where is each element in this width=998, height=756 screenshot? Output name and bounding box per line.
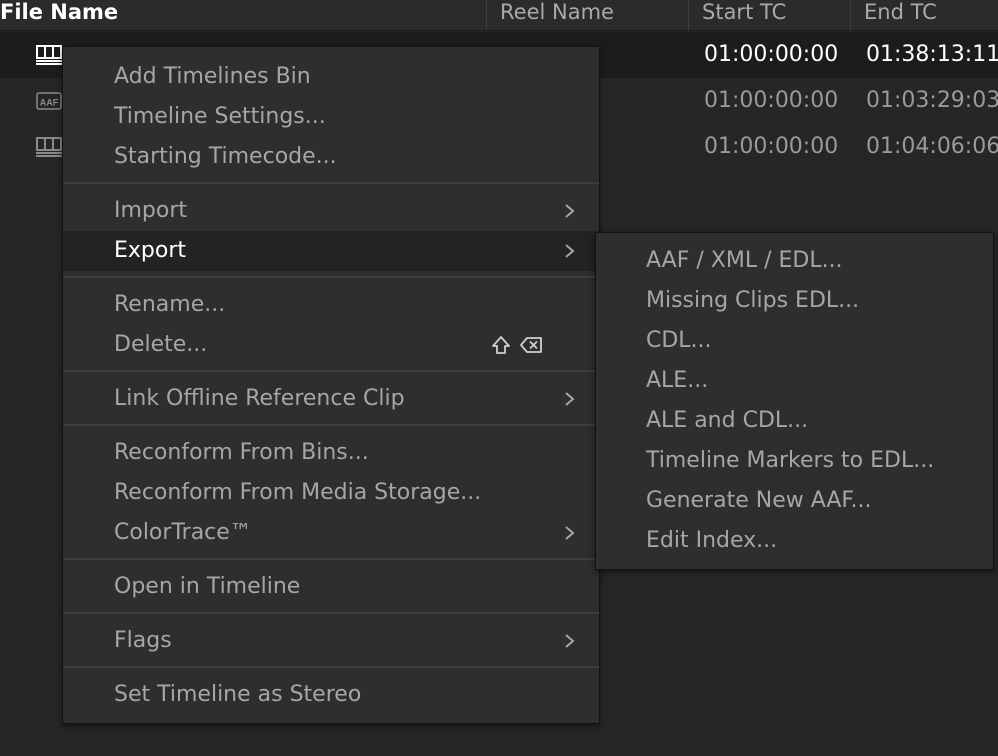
menu-item-export[interactable]: Export [63, 231, 599, 271]
menu-item-label: Reconform From Media Storage... [114, 480, 482, 505]
submenu-item-timeline-markers-to-edl[interactable]: Timeline Markers to EDL... [596, 441, 993, 481]
start-tc-cell: 01:00:00:00 [704, 42, 839, 67]
menu-item-starting-timecode[interactable]: Starting Timecode... [63, 137, 599, 177]
timeline-icon [36, 137, 62, 157]
reel-name-column-header[interactable]: Reel Name [500, 0, 614, 30]
menu-item-add-timelines-bin[interactable]: Add Timelines Bin [63, 57, 599, 97]
submenu-item-label: Edit Index... [646, 528, 778, 553]
start-tc-cell: 01:00:00:00 [704, 88, 839, 113]
submenu-item-label: ALE... [646, 368, 709, 393]
context-menu: Add Timelines Bin Timeline Settings... S… [62, 46, 600, 724]
column-header: File Name Reel Name Start TC End TC [0, 0, 998, 31]
aaf-icon: AAF [36, 92, 62, 110]
column-divider[interactable] [850, 0, 851, 30]
menu-separator [63, 558, 599, 560]
aaf-icon-label: AAF [40, 98, 59, 108]
start-tc-column-header[interactable]: Start TC [702, 0, 786, 30]
menu-item-label: Link Offline Reference Clip [114, 386, 405, 411]
menu-item-link-offline-reference-clip[interactable]: Link Offline Reference Clip [63, 379, 599, 419]
menu-item-label: Reconform From Bins... [114, 440, 369, 465]
end-tc-cell: 01:03:29:03 [866, 88, 998, 113]
menu-separator [63, 370, 599, 372]
end-tc-column-header[interactable]: End TC [864, 0, 937, 30]
submenu-item-missing-clips-edl[interactable]: Missing Clips EDL... [596, 281, 993, 321]
menu-item-label: Add Timelines Bin [114, 64, 311, 89]
menu-item-label: Export [114, 238, 187, 263]
submenu-item-ale[interactable]: ALE... [596, 361, 993, 401]
menu-item-colortrace[interactable]: ColorTrace™ [63, 513, 599, 553]
menu-item-reconform-from-bins[interactable]: Reconform From Bins... [63, 433, 599, 473]
menu-separator [63, 424, 599, 426]
menu-item-label: Flags [114, 628, 172, 653]
menu-item-label: Timeline Settings... [114, 104, 326, 129]
chevron-right-icon [565, 392, 575, 406]
menu-item-label: Rename... [114, 292, 226, 317]
file-name-column-header[interactable]: File Name [0, 0, 118, 30]
chevron-right-icon [565, 204, 575, 218]
submenu-item-label: Generate New AAF... [646, 488, 872, 513]
column-divider[interactable] [486, 0, 487, 30]
start-tc-cell: 01:00:00:00 [704, 134, 839, 159]
submenu-item-cdl[interactable]: CDL... [596, 321, 993, 361]
menu-item-label: Open in Timeline [114, 574, 301, 599]
menu-item-delete[interactable]: Delete... [63, 325, 599, 365]
export-submenu: AAF / XML / EDL... Missing Clips EDL... … [595, 232, 994, 570]
timeline-icon [36, 45, 62, 65]
menu-item-flags[interactable]: Flags [63, 621, 599, 661]
menu-separator [63, 182, 599, 184]
submenu-item-aaf-xml-edl[interactable]: AAF / XML / EDL... [596, 241, 993, 281]
submenu-item-label: AAF / XML / EDL... [646, 248, 843, 273]
menu-item-import[interactable]: Import [63, 191, 599, 231]
menu-item-label: Starting Timecode... [114, 144, 337, 169]
submenu-item-edit-index[interactable]: Edit Index... [596, 521, 993, 561]
shift-delete-icon [492, 336, 542, 354]
end-tc-cell: 01:38:13:11 [866, 42, 998, 67]
submenu-item-generate-new-aaf[interactable]: Generate New AAF... [596, 481, 993, 521]
menu-item-label: Delete... [114, 332, 208, 357]
submenu-item-label: Missing Clips EDL... [646, 288, 860, 313]
menu-item-set-timeline-as-stereo[interactable]: Set Timeline as Stereo [63, 675, 599, 715]
submenu-item-label: CDL... [646, 328, 712, 353]
media-pool-window: File Name Reel Name Start TC End TC 01:0… [0, 0, 998, 756]
submenu-item-label: Timeline Markers to EDL... [646, 448, 935, 473]
chevron-right-icon [565, 634, 575, 648]
menu-item-reconform-from-media-storage[interactable]: Reconform From Media Storage... [63, 473, 599, 513]
menu-separator [63, 612, 599, 614]
menu-separator [63, 276, 599, 278]
submenu-item-ale-and-cdl[interactable]: ALE and CDL... [596, 401, 993, 441]
menu-item-label: ColorTrace™ [114, 520, 252, 545]
menu-separator [63, 666, 599, 668]
chevron-right-icon [565, 526, 575, 540]
menu-item-open-in-timeline[interactable]: Open in Timeline [63, 567, 599, 607]
menu-item-label: Set Timeline as Stereo [114, 682, 362, 707]
menu-item-rename[interactable]: Rename... [63, 285, 599, 325]
end-tc-cell: 01:04:06:06 [866, 134, 998, 159]
chevron-right-icon [565, 244, 575, 258]
column-divider[interactable] [688, 0, 689, 30]
menu-item-timeline-settings[interactable]: Timeline Settings... [63, 97, 599, 137]
menu-item-label: Import [114, 198, 188, 223]
submenu-item-label: ALE and CDL... [646, 408, 809, 433]
